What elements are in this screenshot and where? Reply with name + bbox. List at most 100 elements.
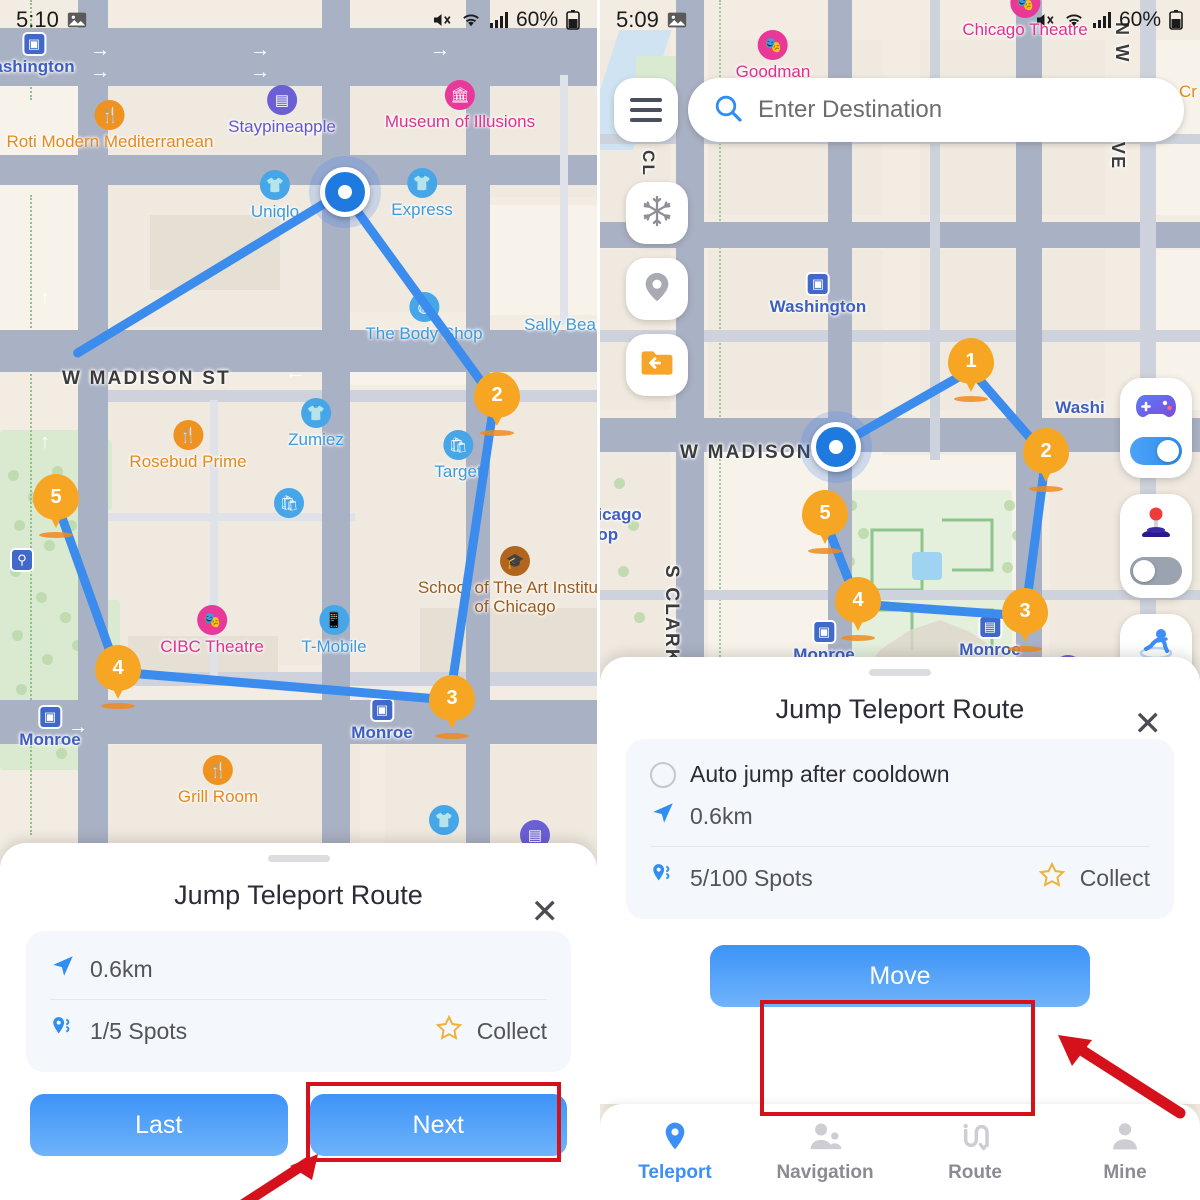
poi-bottom-shop[interactable]: 👕 bbox=[429, 805, 459, 837]
poi-school-of-the-art-institute[interactable]: 🎓 School of The Art Institute of Chicago bbox=[415, 546, 597, 616]
joystick-switch[interactable] bbox=[1130, 557, 1182, 585]
location-pin-icon bbox=[640, 270, 674, 309]
search-input[interactable]: Enter Destination bbox=[688, 78, 1184, 142]
poi-the-body-shop[interactable]: ◍ The Body Shop bbox=[365, 292, 483, 343]
folder-back-tool-button[interactable] bbox=[626, 334, 688, 396]
poi-sally-beauty[interactable]: Sally Bea bbox=[524, 315, 596, 334]
transit-icon: ▣ bbox=[37, 705, 62, 729]
joystick-toggle-card[interactable] bbox=[1120, 494, 1192, 598]
bicycle-icon: ⚲ bbox=[10, 548, 34, 572]
sheet-drag-handle[interactable] bbox=[869, 669, 931, 676]
bed-icon: ▤ bbox=[266, 85, 297, 115]
street-label-w-madison: W MADISON bbox=[680, 442, 813, 463]
auto-jump-row[interactable]: Auto jump after cooldown bbox=[650, 747, 1150, 794]
status-time: 5:10 bbox=[16, 7, 59, 32]
location-pin-tool-button[interactable] bbox=[626, 258, 688, 320]
right-phone-screen: W MADISON S CLARK DEARBORN N W AVE AVE C… bbox=[600, 0, 1200, 1200]
status-battery-percent: 60% bbox=[515, 8, 558, 31]
route-pin-4[interactable]: 4 bbox=[835, 577, 881, 641]
transit-station-monroe-east: ▣ Monroe bbox=[351, 698, 413, 743]
sheet-drag-handle[interactable] bbox=[267, 855, 330, 862]
store-icon: 🛍 bbox=[443, 430, 473, 460]
road-arrow-icon: ↑ bbox=[40, 431, 50, 453]
right-top-bar: Enter Destination bbox=[614, 78, 1184, 142]
route-pin-4[interactable]: 4 bbox=[95, 645, 141, 709]
restaurant-icon: 🍴 bbox=[94, 100, 125, 130]
cosmetics-icon: ◍ bbox=[408, 292, 439, 322]
store-icon: 🛍 bbox=[274, 488, 304, 518]
collect-action[interactable]: Collect bbox=[1038, 861, 1150, 895]
close-icon[interactable]: ✕ bbox=[531, 895, 560, 929]
hamburger-menu-icon[interactable] bbox=[614, 78, 678, 142]
route-pin-2[interactable]: 2 bbox=[474, 372, 520, 436]
distance-value: 0.6km bbox=[90, 955, 153, 982]
poi-zumiez[interactable]: 👕 Zumiez bbox=[288, 398, 344, 449]
gamepad-icon bbox=[1134, 389, 1178, 428]
street-label-s-clark: S CLARK bbox=[661, 565, 682, 665]
road-arrow-icon: → bbox=[90, 61, 110, 83]
poi-rosebud-prime[interactable]: 🍴 Rosebud Prime bbox=[129, 420, 247, 471]
current-location-marker bbox=[309, 156, 381, 228]
poi-grill-room[interactable]: 🍴 Grill Room bbox=[178, 755, 258, 806]
folder-back-icon bbox=[639, 347, 675, 384]
route-info-card: 0.6km 1/5 Spots Collect bbox=[26, 931, 571, 1072]
wifi-icon bbox=[460, 11, 482, 29]
snowflake-tool-button[interactable] bbox=[626, 182, 688, 244]
restaurant-icon: 🍴 bbox=[172, 420, 203, 450]
poi-roti-modern-mediterranean[interactable]: 🍴 Roti Modern Mediterranean bbox=[7, 100, 213, 151]
nav-item-navigation[interactable]: Navigation bbox=[750, 1104, 900, 1200]
route-pin-2[interactable]: 2 bbox=[1023, 428, 1069, 492]
poi-cibc-theatre[interactable]: 🎭 CIBC Theatre bbox=[160, 605, 264, 656]
gamepad-toggle-card[interactable] bbox=[1120, 378, 1192, 478]
poi-museum-of-illusions[interactable]: 🏛 Museum of Illusions bbox=[385, 80, 535, 131]
apparel-icon: 👕 bbox=[429, 805, 459, 835]
route-pin-3[interactable]: 3 bbox=[1002, 588, 1048, 652]
close-icon[interactable]: ✕ bbox=[1134, 707, 1163, 741]
screenshot-icon bbox=[666, 9, 688, 31]
battery-icon bbox=[1168, 10, 1184, 30]
restaurant-icon: 🍴 bbox=[202, 755, 233, 785]
screenshot-stage: → → → → → ← ↑ ↑ → W MADISON ST ▣ ashingt… bbox=[0, 0, 1200, 1200]
status-battery-percent: 60% bbox=[1118, 8, 1161, 31]
nav-label: Navigation bbox=[776, 1162, 874, 1183]
snowflake-icon bbox=[640, 194, 674, 233]
collect-action[interactable]: Collect bbox=[435, 1014, 547, 1048]
poi-express[interactable]: 👕 Express bbox=[391, 168, 453, 219]
mute-icon bbox=[1033, 10, 1056, 30]
route-pin-5[interactable]: 5 bbox=[802, 490, 848, 554]
last-button[interactable]: Last bbox=[30, 1094, 288, 1156]
star-icon bbox=[435, 1014, 463, 1048]
nav-item-route[interactable]: Route bbox=[900, 1104, 1050, 1200]
gamepad-switch[interactable] bbox=[1130, 437, 1182, 465]
screenshot-icon bbox=[66, 9, 88, 31]
graduation-icon: 🎓 bbox=[500, 546, 530, 576]
route-pin-3[interactable]: 3 bbox=[429, 675, 475, 739]
route-pin-1[interactable]: 1 bbox=[948, 338, 994, 402]
nav-item-teleport[interactable]: Teleport bbox=[600, 1104, 750, 1200]
annotation-arrow-move bbox=[1058, 1035, 1186, 1119]
street-label-cl: CL bbox=[639, 150, 658, 178]
move-button[interactable]: Move bbox=[710, 945, 1090, 1007]
distance-row: 0.6km bbox=[50, 939, 547, 999]
poi-target[interactable]: 🛍 Target bbox=[434, 430, 482, 481]
poi-t-mobile[interactable]: 📱 T-Mobile bbox=[301, 605, 367, 656]
poi-unnamed-shop[interactable]: 🛍 bbox=[274, 488, 304, 520]
route-info-card: Auto jump after cooldown 0.6km 5/100 Spo… bbox=[626, 739, 1174, 919]
poi-staypineapple[interactable]: ▤ Staypineapple bbox=[228, 85, 336, 136]
left-phone-screen: → → → → → ← ↑ ↑ → W MADISON ST ▣ ashingt… bbox=[0, 0, 600, 1200]
collect-label: Collect bbox=[1079, 864, 1150, 891]
transit-icon: ▣ bbox=[369, 698, 394, 722]
map-tool-stack bbox=[626, 182, 688, 396]
road-arrow-icon: ↑ bbox=[40, 287, 50, 309]
status-time: 5:09 bbox=[616, 7, 659, 32]
route-pin-5[interactable]: 5 bbox=[33, 474, 79, 538]
transit-label-washi: Washi bbox=[1055, 398, 1105, 417]
annotation-arrow-next bbox=[240, 1154, 318, 1200]
annotation-highlight-move bbox=[760, 1000, 1035, 1116]
spots-pin-icon bbox=[50, 1015, 76, 1047]
poi-uniqlo[interactable]: 👕 Uniqlo bbox=[251, 170, 299, 221]
wifi-icon bbox=[1063, 11, 1085, 29]
nav-label: Mine bbox=[1103, 1162, 1147, 1183]
auto-jump-radio[interactable] bbox=[650, 761, 676, 788]
sheet-title: Jump Teleport Route bbox=[174, 880, 423, 910]
